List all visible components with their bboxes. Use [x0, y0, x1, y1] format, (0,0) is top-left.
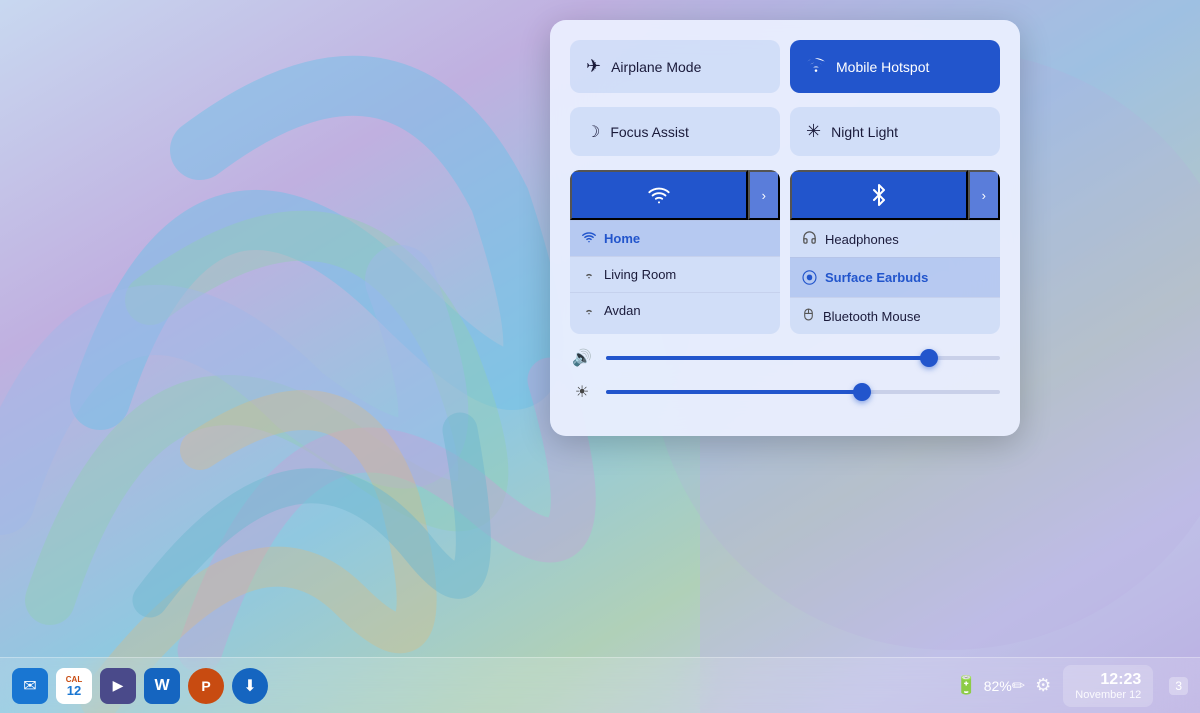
- quick-settings-panel: ✈ Airplane Mode Mobile Hotspot ☽ Focus A…: [550, 20, 1020, 436]
- wifi-avdan-label: Avdan: [604, 303, 641, 318]
- bluetooth-column: › Headphones ⦿ Surface Earbuds: [790, 170, 1000, 334]
- qs-row-2: ☽ Focus Assist ✳ Night Light: [570, 107, 1000, 156]
- battery-icon: 🔋: [955, 675, 977, 696]
- volume-slider-row: 🔊: [570, 348, 1000, 368]
- focus-assist-tile[interactable]: ☽ Focus Assist: [570, 107, 780, 156]
- wifi-icon: [648, 184, 670, 206]
- brightness-thumb[interactable]: [853, 383, 871, 401]
- taskbar: ✉ CAL 12 ▶ W P ⬇ 🔋 82% ✏ ⚙ 12:23 Novembe…: [0, 657, 1200, 713]
- focus-assist-label: Focus Assist: [610, 124, 689, 140]
- cal-num: 12: [67, 684, 81, 697]
- headphones-label: Headphones: [825, 232, 899, 247]
- night-light-label: Night Light: [831, 124, 898, 140]
- taskbar-mail-icon[interactable]: ✉: [12, 668, 48, 704]
- hotspot-icon: [806, 54, 826, 79]
- earbuds-label: Surface Earbuds: [825, 270, 928, 285]
- brightness-fill: [606, 390, 862, 394]
- wifi-home-svg: [582, 230, 596, 244]
- headphones-icon: [802, 230, 817, 248]
- taskbar-download-icon[interactable]: ⬇: [232, 668, 268, 704]
- bluetooth-expand-button[interactable]: ›: [968, 170, 1000, 220]
- qs-row-1: ✈ Airplane Mode Mobile Hotspot: [570, 40, 1000, 93]
- wifi-living-icon: [582, 266, 596, 283]
- taskbar-calendar-icon[interactable]: CAL 12: [56, 668, 92, 704]
- bluetooth-device-headphones[interactable]: Headphones: [790, 220, 1000, 257]
- wifi-header: ›: [570, 170, 780, 220]
- bluetooth-device-earbuds[interactable]: ⦿ Surface Earbuds: [790, 257, 1000, 297]
- taskbar-center: 🔋 82%: [955, 675, 1011, 696]
- wifi-expand-button[interactable]: ›: [748, 170, 780, 220]
- qs-sliders: 🔊 ☀: [570, 348, 1000, 402]
- wifi-home-icon: [582, 230, 596, 247]
- clock-time: 12:23: [1075, 671, 1141, 689]
- taskbar-system-icons: ✏ ⚙: [1012, 675, 1052, 696]
- brightness-track[interactable]: [606, 390, 1000, 394]
- hotspot-svg: [806, 54, 826, 74]
- volume-track[interactable]: [606, 356, 1000, 360]
- wifi-living-label: Living Room: [604, 267, 676, 282]
- clock-date: November 12: [1075, 689, 1141, 701]
- wifi-column: › Home Living Room: [570, 170, 780, 334]
- mobile-hotspot-label: Mobile Hotspot: [836, 59, 929, 75]
- bluetooth-device-mouse[interactable]: Bluetooth Mouse: [790, 297, 1000, 334]
- earbuds-icon: ⦿: [802, 267, 817, 288]
- airplane-mode-label: Airplane Mode: [611, 59, 701, 75]
- volume-icon: 🔊: [570, 348, 594, 368]
- taskbar-word-icon[interactable]: W: [144, 668, 180, 704]
- wifi-network-living-room[interactable]: Living Room: [570, 256, 780, 292]
- taskbar-right: ✏ ⚙ 12:23 November 12 3: [1012, 665, 1188, 707]
- brightness-slider-row: ☀: [570, 382, 1000, 402]
- wifi-network-home[interactable]: Home: [570, 220, 780, 256]
- volume-fill: [606, 356, 929, 360]
- moon-icon: ☽: [586, 122, 600, 142]
- wifi-living-svg: [582, 266, 596, 280]
- airplane-icon: ✈: [586, 56, 601, 77]
- brightness-icon: ☀: [570, 382, 594, 402]
- wifi-avdan-icon: [582, 302, 596, 319]
- taskbar-powerpoint-icon[interactable]: P: [188, 668, 224, 704]
- taskbar-media-icon[interactable]: ▶: [100, 668, 136, 704]
- mouse-svg: [802, 307, 815, 322]
- mouse-icon: [802, 307, 815, 325]
- battery-info: 🔋 82%: [955, 675, 1011, 696]
- wifi-toggle-button[interactable]: [570, 170, 748, 220]
- taskbar-left: ✉ CAL 12 ▶ W P ⬇: [12, 668, 955, 704]
- pen-icon[interactable]: ✏: [1012, 676, 1025, 696]
- bluetooth-icon: [870, 184, 888, 206]
- headphones-svg: [802, 230, 817, 245]
- bluetooth-mouse-label: Bluetooth Mouse: [823, 309, 921, 324]
- settings-icon[interactable]: ⚙: [1035, 675, 1051, 696]
- bluetooth-toggle-button[interactable]: [790, 170, 968, 220]
- mobile-hotspot-tile[interactable]: Mobile Hotspot: [790, 40, 1000, 93]
- wifi-avdan-svg: [582, 302, 596, 316]
- qs-network-section: › Home Living Room: [570, 170, 1000, 334]
- wifi-network-avdan[interactable]: Avdan: [570, 292, 780, 328]
- bluetooth-header: ›: [790, 170, 1000, 220]
- battery-percent: 82%: [984, 678, 1012, 694]
- sun-sparkle-icon: ✳: [806, 121, 821, 142]
- airplane-mode-tile[interactable]: ✈ Airplane Mode: [570, 40, 780, 93]
- night-light-tile[interactable]: ✳ Night Light: [790, 107, 1000, 156]
- clock-area[interactable]: 12:23 November 12: [1063, 665, 1153, 707]
- notification-badge[interactable]: 3: [1169, 677, 1188, 695]
- wifi-home-label: Home: [604, 231, 640, 246]
- volume-thumb[interactable]: [920, 349, 938, 367]
